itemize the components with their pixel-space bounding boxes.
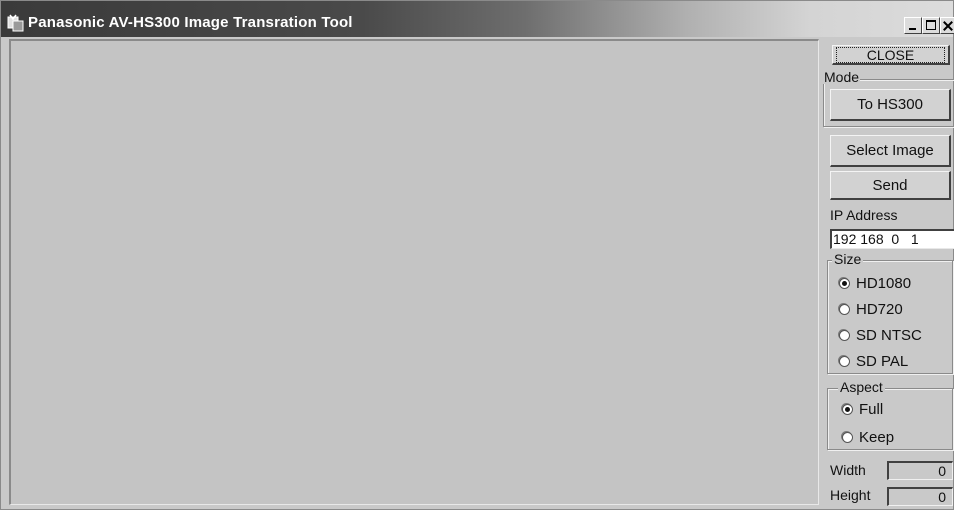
radio-unselected-icon [839, 330, 850, 341]
title-bar[interactable]: Panasonic AV-HS300 Image Transration Too… [1, 1, 954, 37]
radio-unselected-icon [839, 304, 850, 315]
height-label: Height [830, 487, 871, 503]
aspect-radio-keep[interactable]: Keep [842, 429, 894, 446]
close-button[interactable]: CLOSE [832, 45, 950, 65]
aspect-radio-full[interactable]: Full [842, 401, 883, 418]
radio-unselected-icon [839, 356, 850, 367]
to-hs300-label: To HS300 [857, 96, 923, 113]
select-image-label: Select Image [846, 142, 934, 159]
size-option-label: HD1080 [856, 275, 912, 292]
close-window-icon[interactable] [940, 17, 954, 34]
ip-address-input[interactable]: 192 168 0 1 [830, 229, 954, 249]
radio-unselected-icon [842, 432, 853, 443]
window-title: Panasonic AV-HS300 Image Transration Too… [28, 14, 353, 31]
size-option-label: SD PAL [856, 353, 909, 370]
aspect-option-label: Keep [859, 429, 895, 446]
size-group-label: Size [832, 251, 864, 267]
size-option-label: SD NTSC [856, 327, 922, 344]
size-option-label: HD720 [856, 301, 903, 318]
send-button[interactable]: Send [830, 171, 951, 200]
send-label: Send [872, 177, 908, 194]
close-button-label: CLOSE [836, 47, 945, 63]
aspect-option-label: Full [859, 401, 884, 418]
to-hs300-button[interactable]: To HS300 [830, 89, 951, 121]
height-value-field: 0 [887, 487, 953, 506]
radio-selected-icon [839, 278, 850, 289]
size-radio-hd720[interactable]: HD720 [839, 301, 903, 318]
size-radio-sd-pal[interactable]: SD PAL [839, 353, 908, 370]
panasonic-app-icon [7, 14, 24, 32]
select-image-button[interactable]: Select Image [830, 135, 951, 167]
mode-group-label: Mode [823, 69, 861, 85]
size-radio-hd1080[interactable]: HD1080 [839, 275, 911, 292]
width-label: Width [830, 462, 866, 478]
aspect-group-label: Aspect [838, 379, 885, 395]
minimize-icon[interactable] [904, 17, 922, 34]
radio-selected-icon [842, 404, 853, 415]
maximize-icon[interactable] [922, 17, 940, 34]
size-radio-sd-ntsc[interactable]: SD NTSC [839, 327, 922, 344]
image-preview-area [9, 39, 819, 505]
ip-address-label: IP Address [830, 207, 898, 223]
app-window: Panasonic AV-HS300 Image Transration Too… [0, 0, 954, 510]
width-value-field: 0 [887, 461, 953, 480]
